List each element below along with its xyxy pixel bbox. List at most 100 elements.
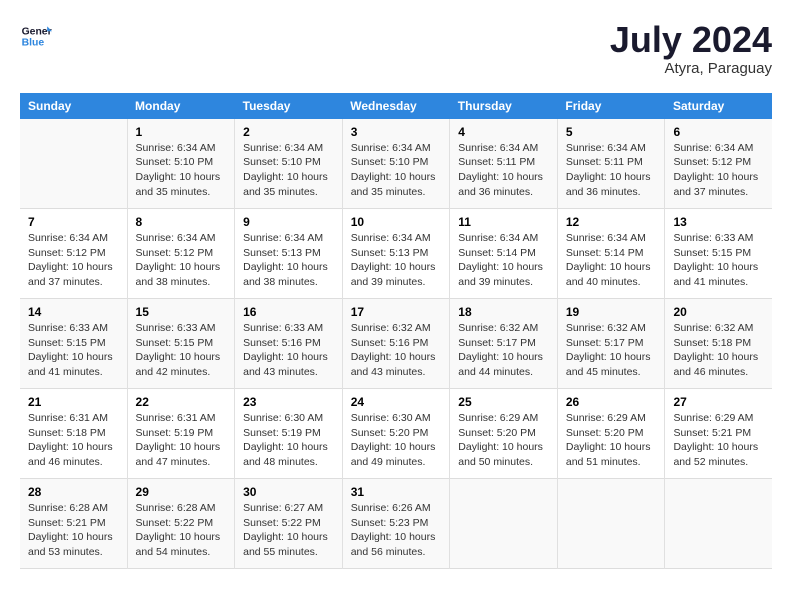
- day-number: 16: [243, 305, 334, 319]
- day-number: 12: [566, 215, 657, 229]
- svg-text:Blue: Blue: [22, 38, 45, 49]
- day-info: Sunrise: 6:33 AMSunset: 5:15 PMDaylight:…: [673, 231, 764, 290]
- calendar-cell: [450, 479, 558, 569]
- calendar-cell: 22 Sunrise: 6:31 AMSunset: 5:19 PMDayligh…: [127, 389, 235, 479]
- calendar-cell: 23 Sunrise: 6:30 AMSunset: 5:19 PMDayligh…: [235, 389, 343, 479]
- day-info: Sunrise: 6:34 AMSunset: 5:14 PMDaylight:…: [458, 231, 549, 290]
- calendar-week-row: 1 Sunrise: 6:34 AMSunset: 5:10 PMDaylight…: [20, 119, 772, 209]
- day-info: Sunrise: 6:34 AMSunset: 5:12 PMDaylight:…: [136, 231, 227, 290]
- calendar-cell: 18Sunrise: 6:32 AMSunset: 5:17 PMDayligh…: [450, 299, 558, 389]
- day-info: Sunrise: 6:28 AMSunset: 5:21 PMDaylight:…: [28, 501, 119, 560]
- day-info: Sunrise: 6:29 AMSunset: 5:20 PMDaylight:…: [458, 411, 549, 470]
- day-number: 19: [566, 305, 657, 319]
- day-info: Sunrise: 6:34 AMSunset: 5:13 PMDaylight:…: [351, 231, 442, 290]
- day-info: Sunrise: 6:32 AMSunset: 5:17 PMDaylight:…: [458, 321, 549, 380]
- calendar-cell: 21Sunrise: 6:31 AMSunset: 5:18 PMDayligh…: [20, 389, 127, 479]
- day-info: Sunrise: 6:34 AMSunset: 5:11 PMDaylight:…: [566, 141, 657, 200]
- day-info: Sunrise: 6:32 AMSunset: 5:17 PMDaylight:…: [566, 321, 657, 380]
- day-info: Sunrise: 6:34 AMSunset: 5:12 PMDaylight:…: [28, 231, 119, 290]
- page-header: General Blue July 2024 Atyra, Paraguay: [20, 20, 772, 77]
- day-number: 2: [243, 125, 334, 139]
- calendar-cell: 4Sunrise: 6:34 AMSunset: 5:11 PMDaylight…: [450, 119, 558, 209]
- calendar-cell: [20, 119, 127, 209]
- day-of-week-header: Thursday: [450, 93, 558, 119]
- day-info: Sunrise: 6:34 AMSunset: 5:10 PMDaylight:…: [351, 141, 442, 200]
- day-info: Sunrise: 6:28 AMSunset: 5:22 PMDaylight:…: [136, 501, 227, 560]
- calendar-cell: 17 Sunrise: 6:32 AMSunset: 5:16 PMDayligh…: [342, 299, 450, 389]
- day-of-week-header: Monday: [127, 93, 235, 119]
- day-number: 6: [673, 125, 764, 139]
- day-number: 10: [351, 215, 442, 229]
- calendar-cell: 19 Sunrise: 6:32 AMSunset: 5:17 PMDayligh…: [557, 299, 665, 389]
- calendar-cell: [557, 479, 665, 569]
- calendar-cell: 1 Sunrise: 6:34 AMSunset: 5:10 PMDaylight…: [127, 119, 235, 209]
- calendar-cell: 6 Sunrise: 6:34 AMSunset: 5:12 PMDaylight…: [665, 119, 772, 209]
- day-number: 31: [351, 485, 442, 499]
- day-info: Sunrise: 6:32 AMSunset: 5:16 PMDaylight:…: [351, 321, 442, 380]
- day-info: Sunrise: 6:34 AMSunset: 5:10 PMDaylight:…: [243, 141, 334, 200]
- day-number: 1: [136, 125, 227, 139]
- day-number: 30: [243, 485, 334, 499]
- day-info: Sunrise: 6:26 AMSunset: 5:23 PMDaylight:…: [351, 501, 442, 560]
- calendar-cell: 26Sunrise: 6:29 AMSunset: 5:20 PMDayligh…: [557, 389, 665, 479]
- day-number: 13: [673, 215, 764, 229]
- calendar-cell: 2 Sunrise: 6:34 AMSunset: 5:10 PMDaylight…: [235, 119, 343, 209]
- day-info: Sunrise: 6:34 AMSunset: 5:10 PMDaylight:…: [136, 141, 227, 200]
- day-number: 20: [673, 305, 764, 319]
- day-number: 11: [458, 215, 549, 229]
- day-number: 17: [351, 305, 442, 319]
- day-info: Sunrise: 6:34 AMSunset: 5:13 PMDaylight:…: [243, 231, 334, 290]
- day-of-week-header: Sunday: [20, 93, 127, 119]
- day-info: Sunrise: 6:31 AMSunset: 5:19 PMDaylight:…: [136, 411, 227, 470]
- calendar-cell: 9 Sunrise: 6:34 AMSunset: 5:13 PMDaylight…: [235, 209, 343, 299]
- day-number: 5: [566, 125, 657, 139]
- day-of-week-header: Wednesday: [342, 93, 450, 119]
- day-info: Sunrise: 6:34 AMSunset: 5:12 PMDaylight:…: [673, 141, 764, 200]
- day-number: 24: [351, 395, 442, 409]
- day-number: 22: [136, 395, 227, 409]
- day-info: Sunrise: 6:27 AMSunset: 5:22 PMDaylight:…: [243, 501, 334, 560]
- day-number: 29: [136, 485, 227, 499]
- calendar-week-row: 28 Sunrise: 6:28 AMSunset: 5:21 PMDayligh…: [20, 479, 772, 569]
- calendar-cell: 5 Sunrise: 6:34 AMSunset: 5:11 PMDaylight…: [557, 119, 665, 209]
- calendar-week-row: 7Sunrise: 6:34 AMSunset: 5:12 PMDaylight…: [20, 209, 772, 299]
- month-title: July 2024: [610, 20, 772, 60]
- day-number: 28: [28, 485, 119, 499]
- calendar-cell: 16Sunrise: 6:33 AMSunset: 5:16 PMDayligh…: [235, 299, 343, 389]
- day-info: Sunrise: 6:29 AMSunset: 5:20 PMDaylight:…: [566, 411, 657, 470]
- day-number: 15: [136, 305, 227, 319]
- calendar-week-row: 14 Sunrise: 6:33 AMSunset: 5:15 PMDayligh…: [20, 299, 772, 389]
- day-of-week-header: Friday: [557, 93, 665, 119]
- day-info: Sunrise: 6:33 AMSunset: 5:15 PMDaylight:…: [136, 321, 227, 380]
- calendar-cell: 27Sunrise: 6:29 AMSunset: 5:21 PMDayligh…: [665, 389, 772, 479]
- calendar-cell: 31 Sunrise: 6:26 AMSunset: 5:23 PMDayligh…: [342, 479, 450, 569]
- day-number: 14: [28, 305, 119, 319]
- day-info: Sunrise: 6:31 AMSunset: 5:18 PMDaylight:…: [28, 411, 119, 470]
- day-info: Sunrise: 6:34 AMSunset: 5:14 PMDaylight:…: [566, 231, 657, 290]
- day-number: 23: [243, 395, 334, 409]
- calendar-cell: 11 Sunrise: 6:34 AMSunset: 5:14 PMDayligh…: [450, 209, 558, 299]
- logo: General Blue: [20, 20, 52, 52]
- calendar-cell: 13 Sunrise: 6:33 AMSunset: 5:15 PMDayligh…: [665, 209, 772, 299]
- day-of-week-header: Tuesday: [235, 93, 343, 119]
- calendar-cell: [665, 479, 772, 569]
- day-number: 27: [673, 395, 764, 409]
- calendar-cell: 10 Sunrise: 6:34 AMSunset: 5:13 PMDayligh…: [342, 209, 450, 299]
- day-number: 8: [136, 215, 227, 229]
- location: Atyra, Paraguay: [610, 60, 772, 77]
- day-info: Sunrise: 6:32 AMSunset: 5:18 PMDaylight:…: [673, 321, 764, 380]
- day-info: Sunrise: 6:34 AMSunset: 5:11 PMDaylight:…: [458, 141, 549, 200]
- calendar-cell: 29 Sunrise: 6:28 AMSunset: 5:22 PMDayligh…: [127, 479, 235, 569]
- calendar-week-row: 21Sunrise: 6:31 AMSunset: 5:18 PMDayligh…: [20, 389, 772, 479]
- calendar-table: SundayMondayTuesdayWednesdayThursdayFrid…: [20, 93, 772, 570]
- day-info: Sunrise: 6:30 AMSunset: 5:19 PMDaylight:…: [243, 411, 334, 470]
- calendar-cell: 14Sunrise: 6:33 AMSunset: 5:15 PMDayligh…: [20, 299, 127, 389]
- calendar-cell: 24Sunrise: 6:30 AMSunset: 5:20 PMDayligh…: [342, 389, 450, 479]
- day-number: 9: [243, 215, 334, 229]
- calendar-cell: 7Sunrise: 6:34 AMSunset: 5:12 PMDaylight…: [20, 209, 127, 299]
- day-of-week-header: Saturday: [665, 93, 772, 119]
- calendar-cell: 8 Sunrise: 6:34 AMSunset: 5:12 PMDaylight…: [127, 209, 235, 299]
- calendar-cell: 30 Sunrise: 6:27 AMSunset: 5:22 PMDayligh…: [235, 479, 343, 569]
- title-block: July 2024 Atyra, Paraguay: [610, 20, 772, 77]
- header-row: SundayMondayTuesdayWednesdayThursdayFrid…: [20, 93, 772, 119]
